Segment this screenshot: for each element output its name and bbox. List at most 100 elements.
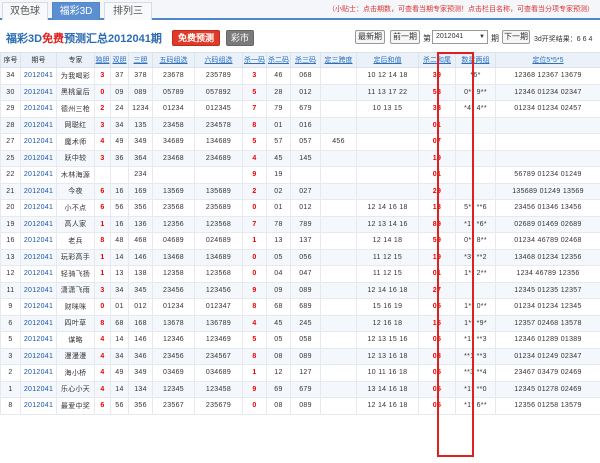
table-cell[interactable]: 3 [0,347,21,365]
table-cell: 05 [266,331,291,349]
table-cell[interactable]: 2012041 [20,182,57,200]
table-cell[interactable]: 2012041 [20,347,57,365]
table-cell: 679 [290,100,321,118]
table-cell[interactable]: 8 [0,397,21,415]
column-header[interactable]: 三胆 [128,52,153,68]
table-cell[interactable]: 2012041 [20,215,57,233]
issue-select[interactable]: 2012041 ▼ [432,30,488,44]
table-cell: 78 [266,215,291,233]
column-header[interactable]: 独胆 [94,52,111,68]
table-cell[interactable]: 2012041 [20,149,57,167]
table-cell: 05 [266,248,291,266]
table-cell[interactable]: 2012041 [20,364,57,382]
table-cell[interactable]: 13 [0,248,21,266]
table-cell[interactable]: 2012041 [20,397,57,415]
table-cell[interactable]: 2012041 [20,67,57,85]
table-cell: 谋略 [56,331,95,349]
table-cell[interactable]: 2012041 [20,331,57,349]
table-cell[interactable]: 2012041 [20,133,57,151]
prev-issue-button[interactable]: 前一期 [390,30,420,44]
table-cell: 漫漫漫 [56,347,95,365]
table-cell: 68 [110,314,129,332]
table-cell: 089 [290,397,321,415]
table-body: 34 2012041 为我喝彩 3 37 378 23678 235789 3 46 068 10 1… [0,67,600,415]
table-cell[interactable]: 5 [0,331,21,349]
free-predict-button[interactable]: 免费预测 [172,30,220,46]
table-cell: 356 [128,397,153,415]
table-cell[interactable]: 2012041 [20,281,57,299]
table-cell: 468 [128,232,153,250]
table-cell: 01 [266,116,291,134]
table-cell [356,182,419,200]
table-row: 8 2012041 最爱中奖 6 56 356 23567 235679 0 08 089 12 14… [0,397,600,415]
tab-3d[interactable]: 福彩3D [52,2,100,20]
table-cell: 13569 [152,182,195,200]
table-cell [152,166,195,184]
table-cell[interactable]: 2012041 [20,380,57,398]
table-cell [320,331,357,349]
table-cell[interactable]: 2012041 [20,314,57,332]
table-cell: 8 [94,232,111,250]
table-cell[interactable]: 2 [0,364,21,382]
table-header-row: 序号 期号 专家 独胆 双胆 三胆 五码组选 六码组选 杀一码 杀二码 杀三码 定三跨度 定后和值 杀二和… [0,52,600,68]
tab-pl3[interactable]: 排列三 [104,2,152,20]
latest-issue-button[interactable]: 最新期 [355,30,385,44]
column-header[interactable]: 杀二和尾 [418,52,456,68]
table-cell: 1** 0** [455,298,496,316]
table-cell: 网聪红 [56,116,95,134]
table-cell[interactable]: 12 [0,265,21,283]
table-cell: 135 [128,116,153,134]
table-cell[interactable]: 28 [0,116,21,134]
table-cell[interactable]: 29 [0,100,21,118]
next-issue-button[interactable]: 下一期 [502,30,530,44]
table-cell: 12 13 16 18 [356,347,419,365]
table-cell: 4 [94,380,111,398]
table-cell[interactable]: 2012041 [20,298,57,316]
table-cell[interactable]: 2012041 [20,199,57,217]
tab-ssq[interactable]: 双色球 [2,2,48,20]
column-header[interactable]: 定三跨度 [320,52,357,68]
table-cell[interactable]: 21 [0,182,21,200]
table-cell: 14 [110,248,129,266]
table-cell: 456 [320,133,357,151]
issue-label: 第 [423,34,431,43]
column-header[interactable]: 杀三码 [290,52,321,68]
column-header[interactable]: 数星两组 [455,52,496,68]
table-cell[interactable]: 30 [0,83,21,101]
table-cell [194,166,243,184]
table-cell[interactable]: 20 [0,199,21,217]
table-cell[interactable]: 2012041 [20,232,57,250]
table-cell[interactable]: 22 [0,166,21,184]
table-cell[interactable]: 9 [0,298,21,316]
table-cell: 1 [94,248,111,266]
table-cell[interactable]: 2012041 [20,83,57,101]
column-header[interactable]: 六码组选 [194,52,243,68]
table-cell: 为我喝彩 [56,67,95,85]
table-cell[interactable]: 27 [0,133,21,151]
table-cell [320,182,357,200]
column-header[interactable]: 定位5*5*5 [495,52,600,68]
table-cell[interactable]: 2012041 [20,100,57,118]
table-cell[interactable]: 11 [0,281,21,299]
table-cell[interactable]: 6 [0,314,21,332]
table-cell: 5 [242,331,267,349]
table-cell: 16 [110,182,129,200]
result-label: 3d开奖结果：6 6 4 [534,36,593,43]
lottery-button[interactable]: 彩市 [226,30,254,46]
column-header[interactable]: 双胆 [110,52,129,68]
table-cell[interactable]: 1 [0,380,21,398]
table-cell [455,281,496,299]
table-cell[interactable]: 2012041 [20,248,57,266]
table-cell: 13 [110,265,129,283]
table-cell[interactable]: 19 [0,215,21,233]
table-cell[interactable]: 2012041 [20,116,57,134]
column-header[interactable]: 杀二码 [266,52,291,68]
table-cell[interactable]: 34 [0,67,21,85]
column-header[interactable]: 定后和值 [356,52,419,68]
table-cell[interactable]: 2012041 [20,265,57,283]
table-cell[interactable]: 25 [0,149,21,167]
table-cell[interactable]: 2012041 [20,166,57,184]
column-header[interactable]: 五码组选 [152,52,195,68]
table-cell[interactable]: 16 [0,232,21,250]
column-header[interactable]: 杀一码 [242,52,267,68]
